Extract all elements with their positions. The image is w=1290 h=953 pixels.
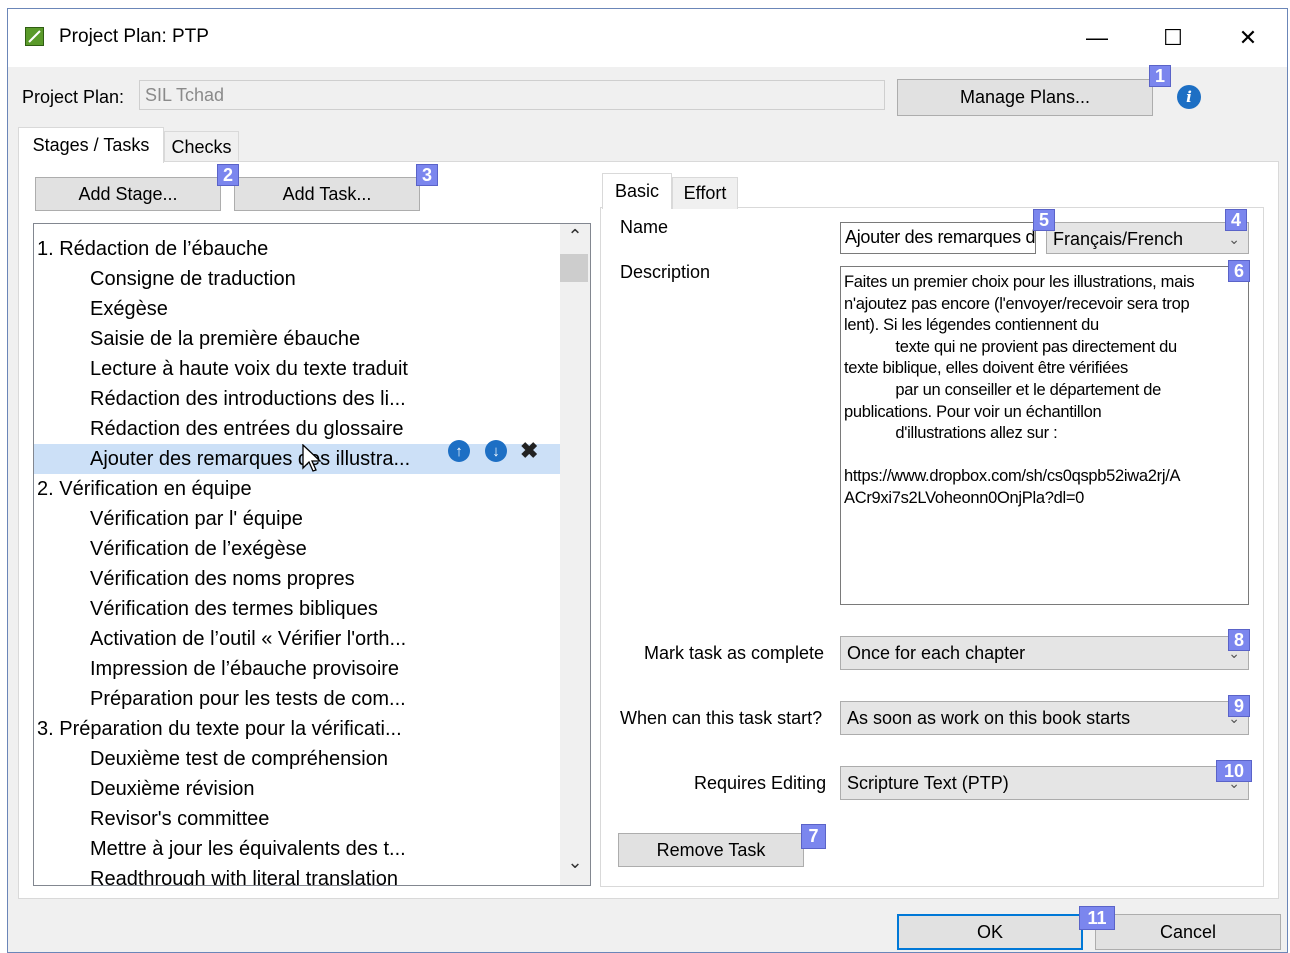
info-icon[interactable]: i <box>1177 85 1201 109</box>
task-item[interactable]: Consigne de traduction <box>34 264 590 294</box>
task-item[interactable]: Lecture à haute voix du texte traduit <box>34 354 590 384</box>
task-list-scrollbar[interactable]: ⌃ ⌄ <box>560 224 590 885</box>
task-name-input[interactable]: Ajouter des remarques d <box>840 222 1036 254</box>
scroll-up-arrow-icon[interactable]: ⌃ <box>560 226 590 254</box>
mark-complete-label: Mark task as complete <box>644 643 825 663</box>
requires-editing-label: Requires Editing <box>694 773 827 793</box>
description-line: ACr9xi7s2LVoheonn0OnjPla?dl=0 <box>844 489 1085 507</box>
task-item[interactable]: Saisie de la première ébauche <box>34 324 590 354</box>
task-item[interactable]: Vérification des termes bibliques <box>34 594 590 624</box>
task-item[interactable]: Rédaction des entrées du glossaire <box>34 414 590 444</box>
badge-3: 3 <box>416 164 438 186</box>
cancel-button[interactable]: Cancel <box>1095 914 1281 950</box>
description-line: Faites un premier choix pour les illustr… <box>844 273 1195 291</box>
project-plan-dialog: Project Plan: PTP — ☐ ✕ Project Plan: SI… <box>7 8 1288 953</box>
badge-1: 1 <box>1149 65 1171 87</box>
add-task-button[interactable]: Add Task... <box>234 177 420 211</box>
remove-task-button[interactable]: Remove Task <box>618 833 804 867</box>
task-start-label: When can this task start? <box>620 708 823 728</box>
task-item[interactable]: Activation de l’outil « Vérifier l'orth.… <box>34 624 590 654</box>
task-item[interactable]: Impression de l’ébauche provisoire <box>34 654 590 684</box>
project-plan-field: SIL Tchad <box>139 80 885 110</box>
scroll-down-arrow-icon[interactable]: ⌄ <box>560 852 590 880</box>
stages-tasks-list[interactable]: 1. Rédaction de l’ébauche Consigne de tra… <box>33 223 591 886</box>
title-bar: Project Plan: PTP — ☐ ✕ <box>8 9 1287 67</box>
task-start-select[interactable]: As soon as work on this book starts ⌄ <box>840 701 1249 735</box>
requires-editing-select[interactable]: Scripture Text (PTP) ⌄ <box>840 766 1249 800</box>
task-item[interactable]: Exégèse <box>34 294 590 324</box>
mark-complete-value: Once for each chapter <box>847 643 1026 663</box>
minimize-button[interactable]: — <box>1072 21 1122 55</box>
app-logo-icon <box>25 27 44 46</box>
close-button[interactable]: ✕ <box>1223 21 1273 55</box>
badge-6: 6 <box>1228 260 1250 282</box>
description-line: lent). Si les légendes contiennent du <box>844 316 1099 335</box>
language-select[interactable]: Français/French ⌄ <box>1046 222 1249 254</box>
project-plan-label: Project Plan: <box>22 87 125 107</box>
move-down-icon[interactable]: ↓ <box>485 440 507 462</box>
manage-plans-button[interactable]: Manage Plans... <box>897 79 1153 116</box>
requires-editing-value: Scripture Text (PTP) <box>847 773 1009 793</box>
task-item[interactable]: Vérification par l' équipe <box>34 504 590 534</box>
scroll-thumb[interactable] <box>560 254 588 282</box>
mark-complete-select[interactable]: Once for each chapter ⌄ <box>840 636 1249 670</box>
task-item[interactable]: Vérification de l’exégèse <box>34 534 590 564</box>
stage-item[interactable]: 2. Vérification en équipe <box>34 474 562 504</box>
task-item[interactable]: Deuxième test de compréhension <box>34 744 590 774</box>
mouse-cursor-icon <box>302 444 322 472</box>
description-line: https://www.dropbox.com/sh/cs0qspb52iwa2… <box>844 467 1181 486</box>
description-line: n'ajoutez pas encore (l'envoyer/recevoir… <box>844 294 1190 313</box>
badge-2: 2 <box>217 164 239 186</box>
task-item[interactable]: Rédaction des introductions des li... <box>34 384 590 414</box>
task-item[interactable]: Vérification des noms propres <box>34 564 590 594</box>
task-item[interactable]: Mettre à jour les équivalents des t... <box>34 834 590 864</box>
stage-item[interactable]: 1. Rédaction de l’ébauche <box>34 234 562 264</box>
description-line: texte qui ne provient pas directement du <box>844 337 1177 356</box>
badge-4: 4 <box>1225 209 1247 231</box>
description-line: texte biblique, elles doivent être vérif… <box>844 359 1128 378</box>
description-label: Description <box>620 262 711 282</box>
tab-stages-tasks[interactable]: Stages / Tasks <box>18 127 164 163</box>
move-up-icon[interactable]: ↑ <box>448 440 470 462</box>
task-start-value: As soon as work on this book starts <box>847 708 1131 728</box>
badge-7: 7 <box>801 824 826 849</box>
name-label: Name <box>620 217 669 237</box>
description-line: publications. Pour voir un échantillon <box>844 402 1102 421</box>
description-textarea[interactable]: Faites un premier choix pour les illustr… <box>840 266 1249 605</box>
ok-button[interactable]: OK <box>897 914 1083 950</box>
task-item[interactable]: Readthrough with literal translation <box>34 864 590 885</box>
badge-11: 11 <box>1079 906 1115 930</box>
window-title: Project Plan: PTP <box>59 26 209 47</box>
delete-icon[interactable]: ✖ <box>520 438 538 464</box>
badge-10: 10 <box>1216 760 1252 782</box>
language-select-value: Français/French <box>1053 229 1184 249</box>
badge-5: 5 <box>1033 209 1055 231</box>
description-line: d'illustrations allez sur : <box>844 424 1058 443</box>
maximize-button[interactable]: ☐ <box>1148 21 1198 55</box>
tab-effort[interactable]: Effort <box>672 177 738 209</box>
task-item[interactable]: Deuxième révision <box>34 774 590 804</box>
badge-9: 9 <box>1228 695 1250 717</box>
badge-8: 8 <box>1228 629 1250 651</box>
add-stage-button[interactable]: Add Stage... <box>35 177 221 211</box>
stage-item[interactable]: 3. Préparation du texte pour la vérifica… <box>34 714 562 744</box>
task-item[interactable]: Revisor's committee <box>34 804 590 834</box>
task-item[interactable]: Préparation pour les tests de com... <box>34 684 590 714</box>
description-line: par un conseiller et le département de <box>844 381 1162 399</box>
tab-basic[interactable]: Basic <box>602 173 672 209</box>
tab-checks[interactable]: Checks <box>164 131 239 163</box>
